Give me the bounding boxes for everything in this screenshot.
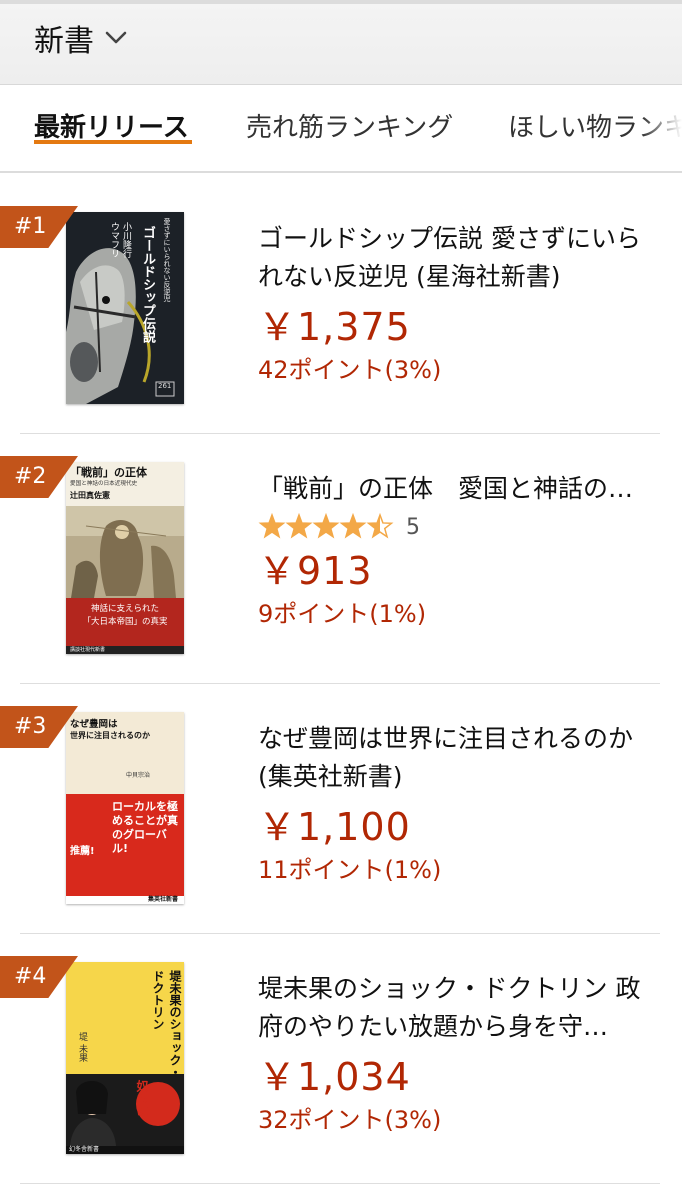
cover-series-number: 261: [158, 382, 172, 390]
cover-publisher: 幻冬舎新書: [66, 1146, 184, 1154]
product-title[interactable]: 「戦前」の正体 愛国と神話の…: [258, 470, 658, 508]
product-price: ￥1,375: [258, 305, 411, 349]
painting-illustration: [66, 506, 184, 598]
product-title[interactable]: 堤未果のショック・ドクトリン 政府のやりたい放題から身を守…: [258, 970, 658, 1046]
cover-author: 中貝宗治: [126, 772, 151, 779]
tabs-fade: [642, 85, 682, 171]
list-item[interactable]: #4 堤未果のショック・ドクトリン 堤 未果 奴らは 幻冬舎新書 堤未果のショッ…: [0, 934, 682, 1184]
cover-subtitle: 愛さずにいられない反逆児: [163, 218, 171, 302]
active-tab-indicator: [34, 140, 192, 144]
cover-subtitle: 世界に注目されるのか: [70, 731, 150, 740]
list-item[interactable]: #1 愛さずにいられない反逆児 ゴールドシップ伝説 小川隆行 ウマフリ 261 …: [0, 184, 682, 434]
cover-band-line-1: 神話に支えられた: [90, 604, 159, 614]
cover-recommend: 推薦!: [70, 846, 95, 857]
cover-band-text: ローカルを極めることが真のグローバル!: [112, 800, 178, 855]
ranking-tabs: 最新リリース 売れ筋ランキング ほしい物ランキング: [0, 85, 682, 173]
category-label: 新書: [34, 24, 94, 59]
product-info: 「戦前」の正体 愛国と神話の… 5 ￥913 9ポイント(1%): [258, 470, 658, 632]
star-2: [285, 513, 313, 539]
rating-count: 5: [406, 514, 420, 540]
cover-band-line-2: 「大日本帝国」の真実: [82, 617, 168, 627]
product-points: 32ポイント(3%): [258, 1106, 442, 1134]
cover-author-2: ウマフリ: [109, 222, 119, 258]
category-dropdown[interactable]: 新書: [34, 18, 128, 59]
cover-title: ゴールドシップ伝説: [140, 226, 155, 343]
product-price: ￥913: [258, 549, 373, 593]
book-cover[interactable]: 「戦前」の正体 愛国と神話の日本近現代史 辻田真佐憲 神話に支えられた 「大日本…: [66, 462, 184, 654]
cover-author: 小川隆行: [121, 222, 131, 258]
cover-subtitle: 愛国と神話の日本近現代史: [70, 481, 138, 487]
top-edge: [0, 0, 682, 4]
book-cover[interactable]: 愛さずにいられない反逆児 ゴールドシップ伝説 小川隆行 ウマフリ 261: [66, 212, 184, 404]
book-cover[interactable]: なぜ豊岡は 世界に注目されるのか 中貝宗治 ローカルを極めることが真のグローバル…: [66, 712, 184, 904]
product-price: ￥1,100: [258, 805, 411, 849]
tab-best-sellers[interactable]: 売れ筋ランキング: [246, 107, 453, 144]
rating-stars[interactable]: 5: [258, 510, 658, 544]
cover-title: なぜ豊岡は: [70, 719, 118, 730]
list-item[interactable]: #3 なぜ豊岡は 世界に注目されるのか 中貝宗治 ローカルを極めることが真のグロ…: [0, 684, 682, 934]
cover-title: 「戦前」の正体: [70, 466, 147, 479]
product-title[interactable]: ゴールドシップ伝説 愛さずにいられない反逆児 (星海社新書): [258, 220, 658, 296]
cover-author: 堤 未果: [77, 1032, 87, 1062]
product-points: 9ポイント(1%): [258, 600, 427, 628]
category-bar: 新書: [0, 0, 682, 85]
chevron-down-icon: [105, 31, 127, 44]
cover-title: 堤未果のショック・ドクトリン: [151, 970, 182, 1078]
product-info: なぜ豊岡は世界に注目されるのか (集英社新書) ￥1,100 11ポイント(1%…: [258, 720, 658, 888]
cover-author: 辻田真佐憲: [70, 491, 110, 500]
star-5: [366, 513, 394, 539]
list-item[interactable]: #2 「戦前」の正体 愛国と神話の日本近現代史 辻田真佐憲 神話に支えられた 「…: [0, 434, 682, 684]
product-info: ゴールドシップ伝説 愛さずにいられない反逆児 (星海社新書) ￥1,375 42…: [258, 220, 658, 388]
star-4: [339, 513, 367, 539]
tab-new-releases[interactable]: 最新リリース: [34, 107, 189, 144]
cover-publisher: 集英社新書: [66, 896, 184, 904]
star-3: [312, 513, 340, 539]
product-price: ￥1,034: [258, 1055, 411, 1099]
product-points: 42ポイント(3%): [258, 356, 442, 384]
item-divider: [20, 1183, 660, 1184]
star-rating-icon: [258, 513, 394, 539]
cover-publisher: 講談社現代新書: [66, 646, 184, 654]
star-1: [258, 513, 286, 539]
product-info: 堤未果のショック・ドクトリン 政府のやりたい放題から身を守… ￥1,034 32…: [258, 970, 658, 1138]
cover-band-text: 奴らは: [135, 1080, 149, 1116]
product-title[interactable]: なぜ豊岡は世界に注目されるのか (集英社新書): [258, 720, 658, 796]
author-photo: [66, 1074, 184, 1146]
product-points: 11ポイント(1%): [258, 856, 442, 884]
book-cover[interactable]: 堤未果のショック・ドクトリン 堤 未果 奴らは 幻冬舎新書: [66, 962, 184, 1154]
